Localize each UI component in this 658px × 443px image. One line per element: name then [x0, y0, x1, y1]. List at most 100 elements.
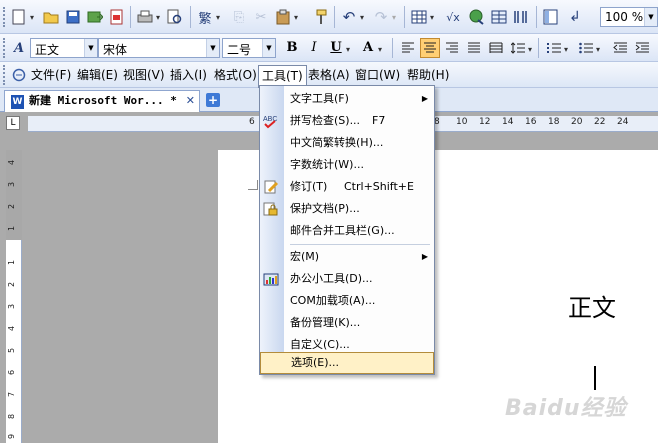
styles-pane-icon[interactable]: A: [10, 39, 28, 57]
numbering-button[interactable]: [544, 38, 564, 58]
zoom-dropdown-icon[interactable]: ▼: [644, 8, 657, 26]
font-size-dropdown-icon[interactable]: ▼: [262, 39, 275, 57]
menu-item-protect-document[interactable]: 保护文档(P)...: [260, 198, 434, 220]
redo-icon[interactable]: ↷: [372, 8, 390, 26]
menu-table[interactable]: 表格(A): [305, 65, 353, 85]
style-dropdown-icon[interactable]: ▼: [84, 39, 97, 57]
vertical-ruler[interactable]: 4 3 2 1 1 2 3 4 5 6 7 8 9: [6, 150, 22, 443]
menu-view[interactable]: 视图(V): [120, 65, 168, 85]
menu-item-mail-merge[interactable]: 邮件合并工具栏(G)...: [260, 220, 434, 242]
redo-dropdown-icon[interactable]: ▾: [392, 13, 396, 22]
font-dropdown-icon[interactable]: ▼: [206, 39, 219, 57]
menu-item-backup-management[interactable]: 备份管理(K)...: [260, 312, 434, 334]
menu-item-spell-check[interactable]: ABC 拼写检查(S)... F7: [260, 110, 434, 132]
menu-item-chinese-conversion[interactable]: 中文简繁转换(H)...: [260, 132, 434, 154]
print-preview-icon[interactable]: [166, 8, 184, 26]
cut-icon[interactable]: ✂: [252, 8, 270, 26]
close-tab-icon[interactable]: ✕: [186, 91, 195, 111]
menu-item-label: 自定义(C)...: [290, 338, 350, 351]
paste-dropdown-icon[interactable]: ▾: [294, 13, 298, 22]
traditional-chinese-icon[interactable]: 繁: [196, 8, 214, 27]
document-tab[interactable]: W 新建 Microsoft Wor... * ✕: [4, 90, 200, 112]
bullets-dropdown-icon[interactable]: ▾: [596, 45, 600, 54]
document-body-text[interactable]: 正文: [568, 288, 616, 323]
bold-button[interactable]: B: [282, 38, 302, 58]
formula-icon[interactable]: √x: [442, 8, 464, 26]
document-tab-title: 新建 Microsoft Wor... *: [29, 94, 177, 107]
menu-file[interactable]: 文件(F): [28, 65, 74, 85]
decrease-indent-button[interactable]: [610, 38, 630, 58]
ruler-tick: 24: [617, 117, 629, 127]
menu-item-office-tools[interactable]: 办公小工具(D)...: [260, 268, 434, 290]
font-color-dropdown-icon[interactable]: ▾: [378, 45, 382, 54]
toolbar-grip[interactable]: [3, 38, 7, 58]
align-left-button[interactable]: [398, 38, 418, 58]
align-center-button[interactable]: [420, 38, 440, 58]
ruler-tick: 10: [456, 117, 468, 127]
convert-dropdown-icon[interactable]: ▾: [216, 13, 220, 22]
line-spacing-dropdown-icon[interactable]: ▾: [528, 45, 532, 54]
menu-edit[interactable]: 编辑(E): [74, 65, 121, 85]
document-map-icon[interactable]: [542, 8, 560, 26]
insert-table-icon[interactable]: [410, 8, 428, 26]
watermark: Baidu经验: [505, 396, 627, 421]
menu-help[interactable]: 帮助(H): [404, 65, 452, 85]
app-menu-icon[interactable]: [10, 66, 28, 84]
underline-dropdown-icon[interactable]: ▾: [346, 45, 350, 54]
menu-item-macro[interactable]: 宏(M) ▶: [260, 246, 434, 268]
undo-icon[interactable]: ↶: [340, 8, 358, 26]
menu-item-track-changes[interactable]: 修订(T) Ctrl+Shift+E: [260, 176, 434, 198]
new-dropdown-icon[interactable]: ▾: [30, 13, 34, 22]
tab-stop-selector[interactable]: L: [6, 116, 20, 130]
menu-item-word-count[interactable]: 字数统计(W)...: [260, 154, 434, 176]
style-select[interactable]: 正文 ▼: [30, 38, 98, 58]
print-dropdown-icon[interactable]: ▾: [156, 13, 160, 22]
menu-bar-grip[interactable]: [3, 65, 7, 85]
menu-item-label: 保护文档(P)...: [290, 202, 360, 215]
send-mail-icon[interactable]: [86, 8, 104, 26]
menu-format[interactable]: 格式(O): [211, 65, 260, 85]
new-tab-icon[interactable]: +: [206, 93, 220, 107]
save-icon[interactable]: [64, 8, 82, 26]
menu-item-label: 文字工具(F): [290, 92, 349, 105]
tables-and-borders-icon[interactable]: [490, 8, 508, 26]
new-document-icon[interactable]: [10, 8, 28, 26]
underline-button[interactable]: U: [326, 38, 346, 58]
open-folder-icon[interactable]: [42, 8, 60, 26]
bullets-button[interactable]: [576, 38, 596, 58]
paste-icon[interactable]: [274, 8, 292, 26]
undo-dropdown-icon[interactable]: ▾: [360, 13, 364, 22]
bullets-icon: [579, 42, 593, 54]
columns-icon[interactable]: [512, 8, 530, 26]
show-hide-marks-icon[interactable]: ↲: [566, 8, 584, 26]
ruler-tick: 5: [7, 347, 17, 354]
copy-icon[interactable]: ⎘: [230, 8, 248, 26]
ruler-tick: 9: [7, 433, 17, 440]
ruler-tick: 18: [548, 117, 560, 127]
menu-item-label: 宏(M): [290, 250, 320, 263]
export-pdf-icon[interactable]: [108, 8, 126, 26]
print-icon[interactable]: [136, 8, 154, 26]
menu-item-options[interactable]: 选项(E)...: [260, 352, 434, 374]
line-spacing-button[interactable]: [508, 38, 528, 58]
numbering-dropdown-icon[interactable]: ▾: [564, 45, 568, 54]
italic-button[interactable]: I: [304, 38, 324, 58]
increase-indent-button[interactable]: [632, 38, 652, 58]
distributed-icon: [489, 42, 503, 53]
toolbar-grip[interactable]: [3, 7, 7, 27]
font-size-select[interactable]: 二号 ▼: [222, 38, 276, 58]
font-color-button[interactable]: A: [358, 38, 378, 58]
distributed-button[interactable]: [486, 38, 506, 58]
hyperlink-icon[interactable]: [468, 8, 486, 26]
justify-button[interactable]: [464, 38, 484, 58]
format-painter-icon[interactable]: [312, 8, 330, 26]
align-right-button[interactable]: [442, 38, 462, 58]
font-select[interactable]: 宋体 ▼: [98, 38, 220, 58]
menu-window[interactable]: 窗口(W): [352, 65, 403, 85]
table-dropdown-icon[interactable]: ▾: [430, 13, 434, 22]
menu-item-com-addins[interactable]: COM加载项(A)...: [260, 290, 434, 312]
menu-item-text-tools[interactable]: 文字工具(F) ▶: [260, 88, 434, 110]
menu-insert[interactable]: 插入(I): [167, 65, 210, 85]
toolbar-separator: [538, 38, 539, 58]
zoom-select[interactable]: 100 % ▼: [600, 7, 658, 27]
